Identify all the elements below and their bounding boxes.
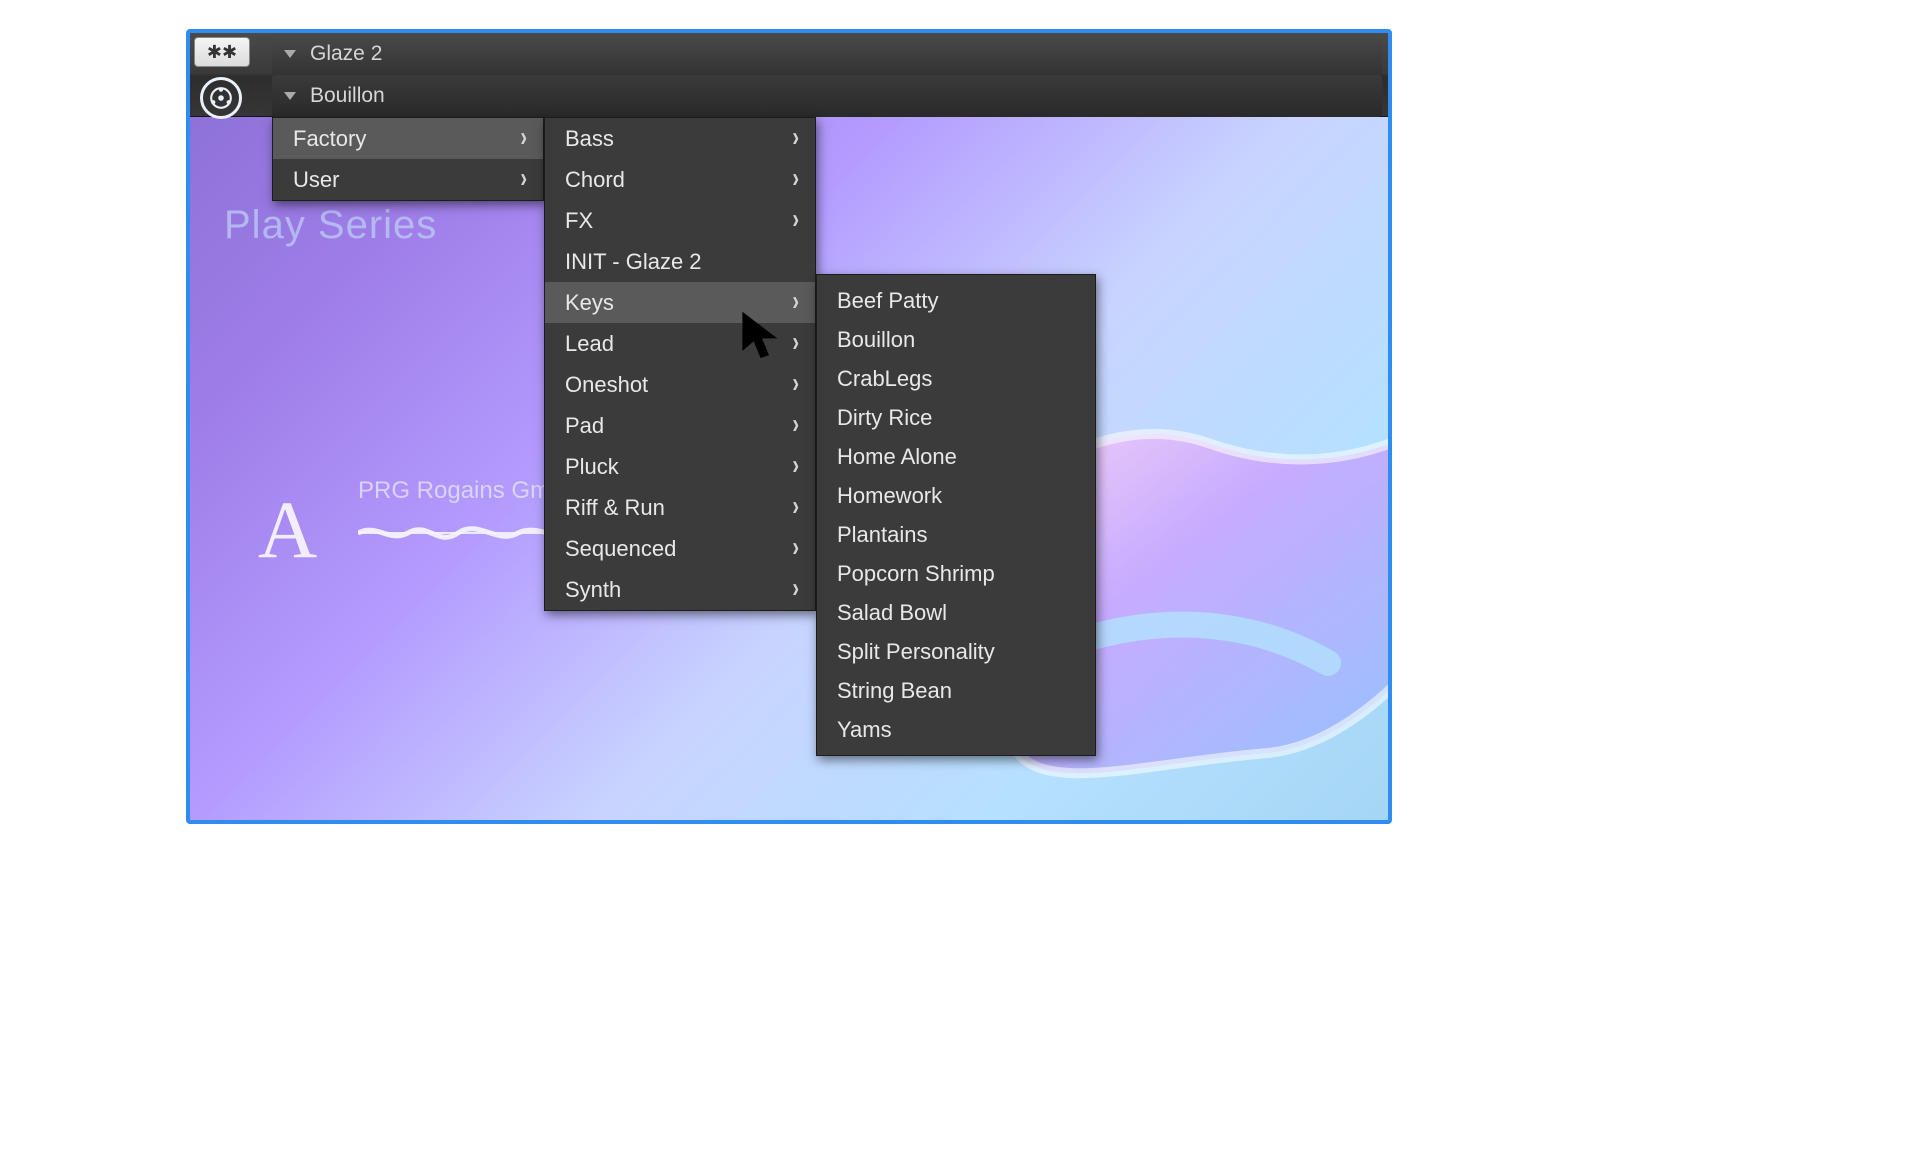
source-menu-item[interactable]: Factory › [273, 118, 543, 159]
category-menu-item[interactable]: Lead › [545, 323, 815, 364]
preset-menu-item[interactable]: Dirty Rice [817, 398, 1095, 437]
category-menu-item[interactable]: Pad › [545, 405, 815, 446]
source-menu-item[interactable]: User › [273, 159, 543, 200]
preset-menu-item-label: Plantains [837, 522, 928, 548]
triangle-down-icon [284, 92, 296, 100]
chevron-right-icon: › [520, 122, 527, 154]
preset-menu-item-label: Homework [837, 483, 942, 509]
category-menu-item-label: Pad [565, 413, 604, 439]
preset-menu-item[interactable]: Beef Patty [817, 281, 1095, 320]
preset-menu-item-label: Home Alone [837, 444, 957, 470]
preset-menu-item[interactable]: Bouillon [817, 320, 1095, 359]
category-menu-item-label: Pluck [565, 454, 619, 480]
instrument-name: Glaze 2 [310, 42, 382, 66]
triangle-down-icon [284, 50, 296, 58]
preset-list-menu: Beef Patty Bouillon CrabLegs Dirty Rice Home… [816, 274, 1096, 756]
chevron-right-icon: › [792, 450, 799, 482]
chevron-right-icon: › [792, 573, 799, 605]
engine-logo [200, 77, 242, 119]
preset-menu-item-label: Bouillon [837, 327, 915, 353]
preset-menu-item[interactable]: CrabLegs [817, 359, 1095, 398]
category-menu-item[interactable]: Chord › [545, 159, 815, 200]
preset-menu-item-label: Beef Patty [837, 288, 939, 314]
chevron-right-icon: › [792, 204, 799, 236]
preset-menu-item[interactable]: Plantains [817, 515, 1095, 554]
preset-menu-item-label: Split Personality [837, 639, 995, 665]
chevron-right-icon: › [520, 163, 527, 195]
gear-icon: ✱✱ [207, 42, 237, 63]
preset-category-menu: Bass›Chord›FX›INIT - Glaze 2Keys›Lead›On… [544, 117, 816, 611]
category-menu-item-label: Synth [565, 577, 621, 603]
category-menu-item-label: Bass [565, 126, 614, 152]
category-menu-item-label: Keys [565, 290, 614, 316]
preset-menu-item[interactable]: Salad Bowl [817, 593, 1095, 632]
chevron-right-icon: › [792, 163, 799, 195]
category-menu-item[interactable]: Keys › [545, 282, 815, 323]
preset-menu-item[interactable]: Yams [817, 710, 1095, 749]
source-menu-item-label: Factory [293, 126, 366, 152]
preset-selector[interactable]: Bouillon [272, 75, 1382, 117]
chevron-right-icon: › [792, 532, 799, 564]
category-menu-item[interactable]: Oneshot › [545, 364, 815, 405]
category-menu-item[interactable]: Riff & Run › [545, 487, 815, 528]
top-toolbar: ✱✱ Glaze 2 Bouillon [190, 33, 1388, 117]
category-menu-item[interactable]: Pluck › [545, 446, 815, 487]
preset-menu-item[interactable]: Home Alone [817, 437, 1095, 476]
preset-menu-item[interactable]: Homework [817, 476, 1095, 515]
category-menu-item-label: Lead [565, 331, 614, 357]
instrument-selector[interactable]: Glaze 2 [272, 33, 1382, 75]
category-menu-item-label: FX [565, 208, 593, 234]
chevron-right-icon: › [792, 491, 799, 523]
chevron-right-icon: › [792, 409, 799, 441]
chevron-right-icon: › [792, 122, 799, 154]
chevron-right-icon: › [792, 327, 799, 359]
preset-menu-item-label: CrabLegs [837, 366, 932, 392]
layer-sample-name: PRG Rogains Gmin [358, 477, 569, 505]
category-menu-item[interactable]: FX › [545, 200, 815, 241]
category-menu-item[interactable]: Bass › [545, 118, 815, 159]
source-menu-item-label: User [293, 167, 339, 193]
preset-menu-item[interactable]: Popcorn Shrimp [817, 554, 1095, 593]
chevron-right-icon: › [792, 368, 799, 400]
category-menu-item[interactable]: Synth › [545, 569, 815, 610]
category-menu-item-label: Riff & Run [565, 495, 665, 521]
category-menu-item-label: Chord [565, 167, 625, 193]
preset-menu-item-label: String Bean [837, 678, 952, 704]
preset-menu-item-label: Popcorn Shrimp [837, 561, 995, 587]
product-line-label: Play Series [224, 203, 437, 248]
preset-menu-item-label: Salad Bowl [837, 600, 947, 626]
chevron-right-icon: › [792, 286, 799, 318]
category-menu-item-label: INIT - Glaze 2 [565, 249, 702, 275]
settings-button[interactable]: ✱✱ [194, 37, 250, 67]
preset-menu-item[interactable]: Split Personality [817, 632, 1095, 671]
preset-source-menu: Factory › User › [272, 117, 544, 201]
preset-menu-item-label: Dirty Rice [837, 405, 932, 431]
layer-letter: A [258, 483, 317, 577]
category-menu-item[interactable]: INIT - Glaze 2 [545, 241, 815, 282]
preset-name: Bouillon [310, 84, 385, 108]
category-menu-item-label: Sequenced [565, 536, 676, 562]
preset-menu-item[interactable]: String Bean [817, 671, 1095, 710]
category-menu-item[interactable]: Sequenced › [545, 528, 815, 569]
preset-menu-item-label: Yams [837, 717, 892, 743]
category-menu-item-label: Oneshot [565, 372, 648, 398]
plugin-window: ✱✱ Glaze 2 Bouillon Play Series A PRG Ro… [186, 29, 1392, 824]
